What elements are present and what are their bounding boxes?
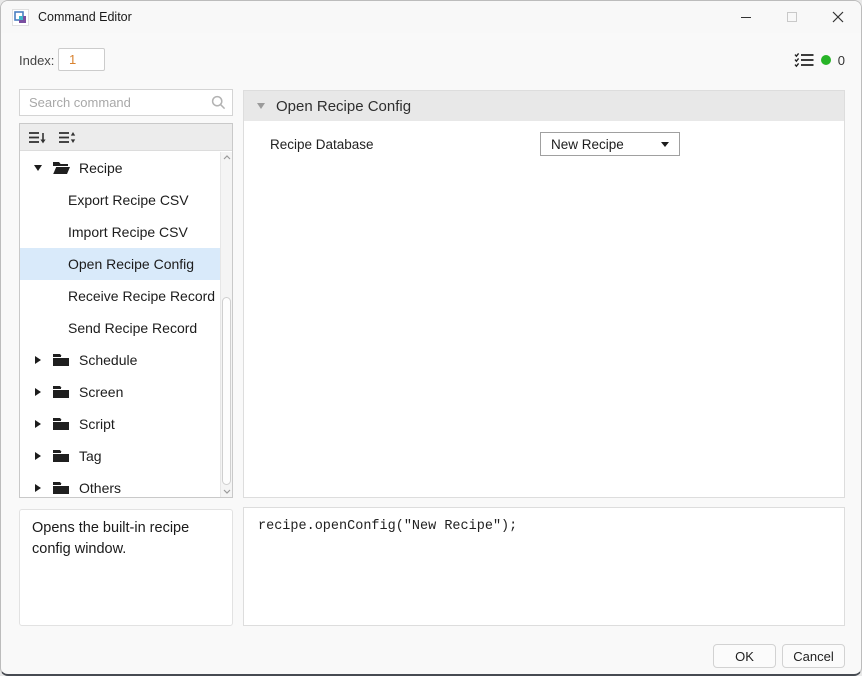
scrollbar-thumb[interactable] <box>222 297 231 485</box>
cancel-button[interactable]: Cancel <box>782 644 845 668</box>
tree-folder-schedule[interactable]: Schedule <box>20 344 232 376</box>
tree-item-label: Import Recipe CSV <box>68 224 188 240</box>
tree-folder-label: Script <box>79 416 115 432</box>
caret-expanded-icon[interactable] <box>33 165 43 171</box>
maximize-button[interactable] <box>769 1 815 33</box>
caret-collapsed-icon[interactable] <box>33 420 43 428</box>
command-editor-window: Command Editor Index: <box>0 0 862 676</box>
config-header: Open Recipe Config <box>244 91 844 121</box>
minimize-button[interactable] <box>723 1 769 33</box>
config-title: Open Recipe Config <box>276 98 411 115</box>
caret-collapsed-icon[interactable] <box>33 452 43 460</box>
scroll-down-icon[interactable] <box>221 489 232 494</box>
tree-folder-label: Others <box>79 480 121 496</box>
error-count: 0 <box>838 53 845 68</box>
command-tree-panel: Recipe Export Recipe CSV Import Recipe C… <box>19 123 233 498</box>
tree-folder-tag[interactable]: Tag <box>20 440 232 472</box>
tree-folder-others[interactable]: Others <box>20 472 232 497</box>
expand-all-icon[interactable] <box>58 130 77 145</box>
tree-item-receive-recipe-record[interactable]: Receive Recipe Record <box>20 280 232 312</box>
caret-collapsed-icon[interactable] <box>33 388 43 396</box>
window-title: Command Editor <box>38 10 132 24</box>
search-icon <box>211 95 226 115</box>
scroll-up-icon[interactable] <box>221 155 232 160</box>
recipe-database-value: New Recipe <box>551 137 624 152</box>
caret-collapsed-icon[interactable] <box>33 356 43 364</box>
index-input[interactable] <box>58 48 105 71</box>
closed-folder-icon <box>52 353 70 367</box>
window-controls <box>723 1 861 33</box>
tree-item-label: Receive Recipe Record <box>68 288 215 304</box>
validation-status: 0 <box>794 51 845 69</box>
closed-folder-icon <box>52 417 70 431</box>
command-description: Opens the built-in recipe config window. <box>19 509 233 626</box>
open-folder-icon <box>52 161 70 175</box>
tree-item-send-recipe-record[interactable]: Send Recipe Record <box>20 312 232 344</box>
app-logo-icon <box>12 9 29 26</box>
tree-folder-label: Recipe <box>79 160 123 176</box>
ok-button[interactable]: OK <box>713 644 776 668</box>
tree-folder-label: Schedule <box>79 352 137 368</box>
collapse-all-icon[interactable] <box>28 130 47 145</box>
search-box <box>19 89 233 116</box>
tree-item-label: Export Recipe CSV <box>68 192 189 208</box>
tree-folder-script[interactable]: Script <box>20 408 232 440</box>
section-collapse-icon[interactable] <box>257 103 265 109</box>
closed-folder-icon <box>52 481 70 495</box>
status-ok-dot <box>821 55 831 65</box>
tree-item-label: Send Recipe Record <box>68 320 197 336</box>
tree-folder-recipe[interactable]: Recipe <box>20 152 232 184</box>
maximize-icon <box>787 12 797 22</box>
config-body: Recipe Database New Recipe <box>244 121 844 497</box>
index-label: Index: <box>19 53 54 68</box>
closed-folder-icon <box>52 385 70 399</box>
tree-folder-label: Tag <box>79 448 102 464</box>
tree-scrollbar[interactable] <box>220 152 232 497</box>
close-button[interactable] <box>815 1 861 33</box>
tree-item-open-recipe-config[interactable]: Open Recipe Config <box>20 248 232 280</box>
command-tree: Recipe Export Recipe CSV Import Recipe C… <box>20 152 232 497</box>
config-panel: Open Recipe Config Recipe Database New R… <box>243 90 845 498</box>
tree-item-import-recipe-csv[interactable]: Import Recipe CSV <box>20 216 232 248</box>
closed-folder-icon <box>52 449 70 463</box>
tree-item-label: Open Recipe Config <box>68 256 194 272</box>
chevron-down-icon <box>661 142 669 147</box>
script-preview: recipe.openConfig("New Recipe"); <box>243 507 845 626</box>
titlebar: Command Editor <box>1 1 861 33</box>
recipe-database-select[interactable]: New Recipe <box>540 132 680 156</box>
close-icon <box>832 11 844 23</box>
search-input[interactable] <box>19 89 233 116</box>
caret-collapsed-icon[interactable] <box>33 484 43 492</box>
minimize-icon <box>741 17 751 18</box>
tree-item-export-recipe-csv[interactable]: Export Recipe CSV <box>20 184 232 216</box>
tree-folder-screen[interactable]: Screen <box>20 376 232 408</box>
recipe-database-label: Recipe Database <box>270 137 374 152</box>
checklist-icon[interactable] <box>794 52 814 68</box>
tree-toolbar <box>20 124 232 151</box>
tree-folder-label: Screen <box>79 384 123 400</box>
